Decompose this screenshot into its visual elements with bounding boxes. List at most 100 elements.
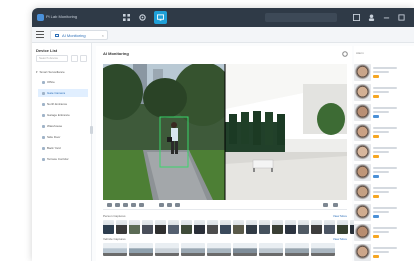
person-capture-thumb[interactable] xyxy=(259,220,270,234)
vehicle-capture-thumb[interactable] xyxy=(207,243,231,256)
card-detail-line xyxy=(373,146,397,149)
vehicle-capture-thumb[interactable] xyxy=(285,243,309,256)
person-capture-thumb[interactable] xyxy=(207,220,218,234)
alarm-panel-title: Alarm xyxy=(356,51,364,55)
face-thumbnail xyxy=(354,183,371,201)
minimize-icon[interactable] xyxy=(382,13,391,22)
global-search-input[interactable] xyxy=(265,13,337,22)
person-capture-strip xyxy=(103,220,374,234)
person-capture-thumb[interactable] xyxy=(324,220,335,234)
zoom-icon[interactable] xyxy=(139,203,144,207)
vehicle-capture-thumb[interactable] xyxy=(103,243,127,256)
tab-label: AI Monitoring xyxy=(62,32,86,38)
play-icon[interactable] xyxy=(107,203,112,207)
alarm-card[interactable] xyxy=(354,222,414,242)
panel-settings-icon[interactable] xyxy=(342,51,348,58)
card-detail-line xyxy=(373,70,389,73)
chevron-down-icon: ▾ xyxy=(36,70,38,74)
vehicle-capture-thumb[interactable] xyxy=(181,243,205,256)
alarm-card[interactable] xyxy=(354,82,414,102)
device-item-back-yard[interactable]: Back Yard xyxy=(38,144,88,152)
alarm-card[interactable] xyxy=(354,162,414,182)
player-toolbar xyxy=(103,200,347,210)
main-panel: AI Monitoring Person Captures View More … xyxy=(96,46,374,261)
vehicle-capture-thumb[interactable] xyxy=(155,243,179,256)
vehicle-capture-thumb[interactable] xyxy=(129,243,153,256)
alarm-card[interactable] xyxy=(354,242,414,261)
ptz-icon[interactable] xyxy=(159,203,164,207)
device-item-north-entrance[interactable]: North Entrance xyxy=(38,100,88,108)
vehicle-view-more-link[interactable]: View More xyxy=(333,237,347,241)
status-badge xyxy=(373,114,379,118)
video-viewer[interactable] xyxy=(103,64,347,200)
vehicle-capture-thumb[interactable] xyxy=(233,243,257,256)
alarm-icon[interactable] xyxy=(175,203,180,207)
device-search-input[interactable]: Search device xyxy=(36,55,68,62)
alarm-card[interactable] xyxy=(354,62,414,82)
vehicle-capture-thumb[interactable] xyxy=(311,243,335,256)
card-detail-line xyxy=(373,170,389,173)
alarm-card[interactable] xyxy=(354,102,414,122)
card-detail-line xyxy=(373,250,389,253)
app-switcher[interactable]: Pi Lab Monitoring xyxy=(46,14,77,19)
alarm-card[interactable] xyxy=(354,122,414,142)
person-capture-thumb[interactable] xyxy=(298,220,309,234)
face-thumbnail xyxy=(354,243,371,261)
person-capture-thumb[interactable] xyxy=(220,220,231,234)
person-capture-thumb[interactable] xyxy=(285,220,296,234)
person-capture-thumb[interactable] xyxy=(272,220,283,234)
alarm-card[interactable] xyxy=(354,202,414,222)
person-capture-thumb[interactable] xyxy=(194,220,205,234)
device-tree-root[interactable]: ▾ Smart Surveillance xyxy=(36,68,90,76)
panel-collapse-handle[interactable] xyxy=(90,126,93,134)
device-item-garage-entrance[interactable]: Garage Entrance xyxy=(38,111,88,119)
filter-icon[interactable] xyxy=(80,55,87,62)
title-bar: Pi Lab Monitoring xyxy=(32,8,414,27)
talk-icon[interactable] xyxy=(167,203,172,207)
snapshot-icon[interactable] xyxy=(115,203,120,207)
device-item-terrace-corridor[interactable]: Terrace Corridor xyxy=(38,155,88,163)
card-detail-line xyxy=(373,66,397,69)
status-badge xyxy=(373,214,379,218)
person-capture-thumb[interactable] xyxy=(168,220,179,234)
fullscreen-icon[interactable] xyxy=(333,203,338,207)
user-icon[interactable] xyxy=(367,13,376,22)
person-capture-thumb[interactable] xyxy=(233,220,244,234)
close-tab-icon[interactable]: × xyxy=(102,33,104,38)
person-capture-thumb[interactable] xyxy=(181,220,192,234)
person-capture-thumb[interactable] xyxy=(129,220,140,234)
person-capture-thumb[interactable] xyxy=(116,220,127,234)
person-capture-thumb[interactable] xyxy=(337,220,348,234)
device-item-office[interactable]: Office xyxy=(38,78,88,86)
status-badge xyxy=(373,154,379,158)
card-detail-line xyxy=(373,210,389,213)
device-list-title: Device List xyxy=(36,48,58,53)
hamburger-menu-icon[interactable] xyxy=(36,31,44,39)
person-capture-thumb[interactable] xyxy=(155,220,166,234)
record-icon[interactable] xyxy=(123,203,128,207)
person-view-more-link[interactable]: View More xyxy=(333,214,347,218)
alarm-card[interactable] xyxy=(354,182,414,202)
camera-icon xyxy=(42,102,45,106)
device-item-warehouse[interactable]: Warehouse xyxy=(38,122,88,130)
settings-icon[interactable] xyxy=(138,13,147,22)
search-icon[interactable] xyxy=(71,55,78,62)
grid-view-icon[interactable] xyxy=(352,13,361,22)
maximize-icon[interactable] xyxy=(397,13,406,22)
alarm-card[interactable] xyxy=(354,142,414,162)
person-capture-thumb[interactable] xyxy=(246,220,257,234)
grid-menu-icon[interactable] xyxy=(122,13,131,22)
person-capture-thumb[interactable] xyxy=(103,220,114,234)
device-item-gate-camera[interactable]: Gate Camera xyxy=(38,89,88,97)
layout-icon[interactable] xyxy=(323,203,328,207)
ai-monitor-icon[interactable] xyxy=(154,11,167,24)
volume-icon[interactable] xyxy=(131,203,136,207)
device-item-side-door[interactable]: Side Door xyxy=(38,133,88,141)
person-capture-thumb[interactable] xyxy=(311,220,322,234)
person-capture-thumb[interactable] xyxy=(142,220,153,234)
tab-ai-monitoring[interactable]: AI Monitoring × xyxy=(50,30,108,40)
face-thumbnail xyxy=(354,203,371,221)
card-detail-line xyxy=(373,106,397,109)
vehicle-capture-thumb[interactable] xyxy=(259,243,283,256)
status-badge xyxy=(373,254,379,258)
